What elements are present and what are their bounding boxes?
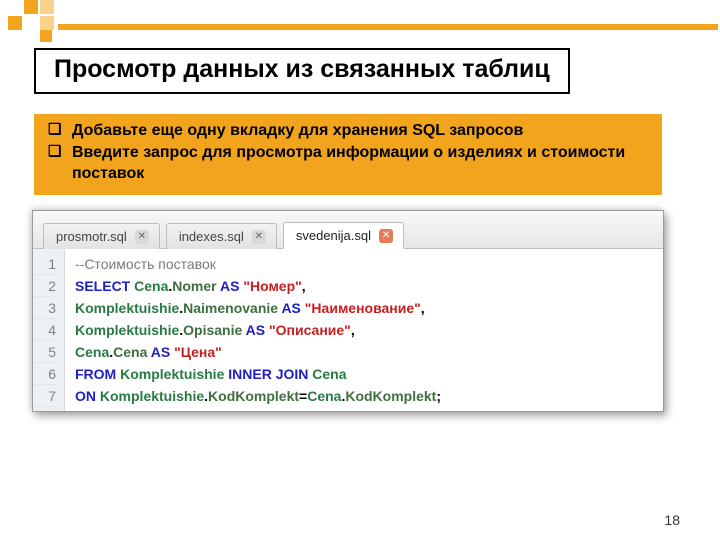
kw-join: INNER JOIN	[224, 366, 312, 382]
alias: "Номер"	[243, 278, 301, 294]
comma: ,	[302, 278, 306, 294]
tbl: Cena	[134, 278, 168, 294]
kw-from: FROM	[75, 366, 120, 382]
line-number: 7	[33, 385, 56, 407]
line-number: 4	[33, 319, 56, 341]
line-number: 6	[33, 363, 56, 385]
tbl: Komplektuishie	[100, 388, 204, 404]
editor-tab-prosmotr[interactable]: prosmotr.sql ✕	[43, 223, 160, 249]
tbl: Komplektuishie	[120, 366, 224, 382]
close-icon[interactable]: ✕	[379, 229, 393, 243]
close-icon[interactable]: ✕	[252, 230, 266, 244]
col: KodKomplekt	[345, 388, 436, 404]
col: Opisanie	[183, 322, 242, 338]
sql-editor-window: prosmotr.sql ✕ indexes.sql ✕ svedenija.s…	[32, 210, 664, 412]
col: Cena	[113, 344, 147, 360]
comma: ,	[351, 322, 355, 338]
semicolon: ;	[436, 388, 441, 404]
tbl: Cena	[75, 344, 109, 360]
comma: ,	[421, 300, 425, 316]
line-number: 3	[33, 297, 56, 319]
task-bullet: Введите запрос для просмотра информации …	[48, 142, 648, 185]
page-number: 18	[664, 512, 680, 528]
tab-label: prosmotr.sql	[56, 229, 127, 244]
code-comment: --Стоимость поставок	[75, 256, 216, 272]
line-number: 1	[33, 253, 56, 275]
editor-tab-svedenija[interactable]: svedenija.sql ✕	[283, 222, 404, 249]
task-box: Добавьте еще одну вкладку для хранения S…	[34, 114, 662, 195]
kw-as: AS	[217, 278, 244, 294]
kw-as: AS	[278, 300, 305, 316]
kw-on: ON	[75, 388, 100, 404]
kw-select: SELECT	[75, 278, 134, 294]
alias: "Описание"	[269, 322, 351, 338]
tab-label: svedenija.sql	[296, 228, 371, 243]
line-number: 2	[33, 275, 56, 297]
tab-label: indexes.sql	[179, 229, 244, 244]
slide-title: Просмотр данных из связанных таблиц	[34, 48, 570, 94]
col: Naimenovanie	[183, 300, 278, 316]
line-gutter: 1 2 3 4 5 6 7	[33, 249, 65, 411]
alias: "Наименование"	[305, 300, 421, 316]
editor-tab-indexes[interactable]: indexes.sql ✕	[166, 223, 277, 249]
code-text[interactable]: --Стоимость поставок SELECT Cena.Nomer A…	[65, 249, 663, 411]
alias: "Цена"	[174, 344, 222, 360]
code-area: 1 2 3 4 5 6 7 --Стоимость поставок SELEC…	[33, 249, 663, 411]
task-bullet: Добавьте еще одну вкладку для хранения S…	[48, 120, 648, 142]
tbl: Cena	[312, 366, 346, 382]
col: KodKomplekt	[208, 388, 299, 404]
eq: =	[299, 388, 307, 404]
editor-tabbar: prosmotr.sql ✕ indexes.sql ✕ svedenija.s…	[33, 211, 663, 249]
close-icon[interactable]: ✕	[135, 230, 149, 244]
kw-as: AS	[242, 322, 269, 338]
kw-as: AS	[147, 344, 174, 360]
tbl: Komplektuishie	[75, 322, 179, 338]
tbl: Cena	[307, 388, 341, 404]
tbl: Komplektuishie	[75, 300, 179, 316]
line-number: 5	[33, 341, 56, 363]
col: Nomer	[172, 278, 216, 294]
